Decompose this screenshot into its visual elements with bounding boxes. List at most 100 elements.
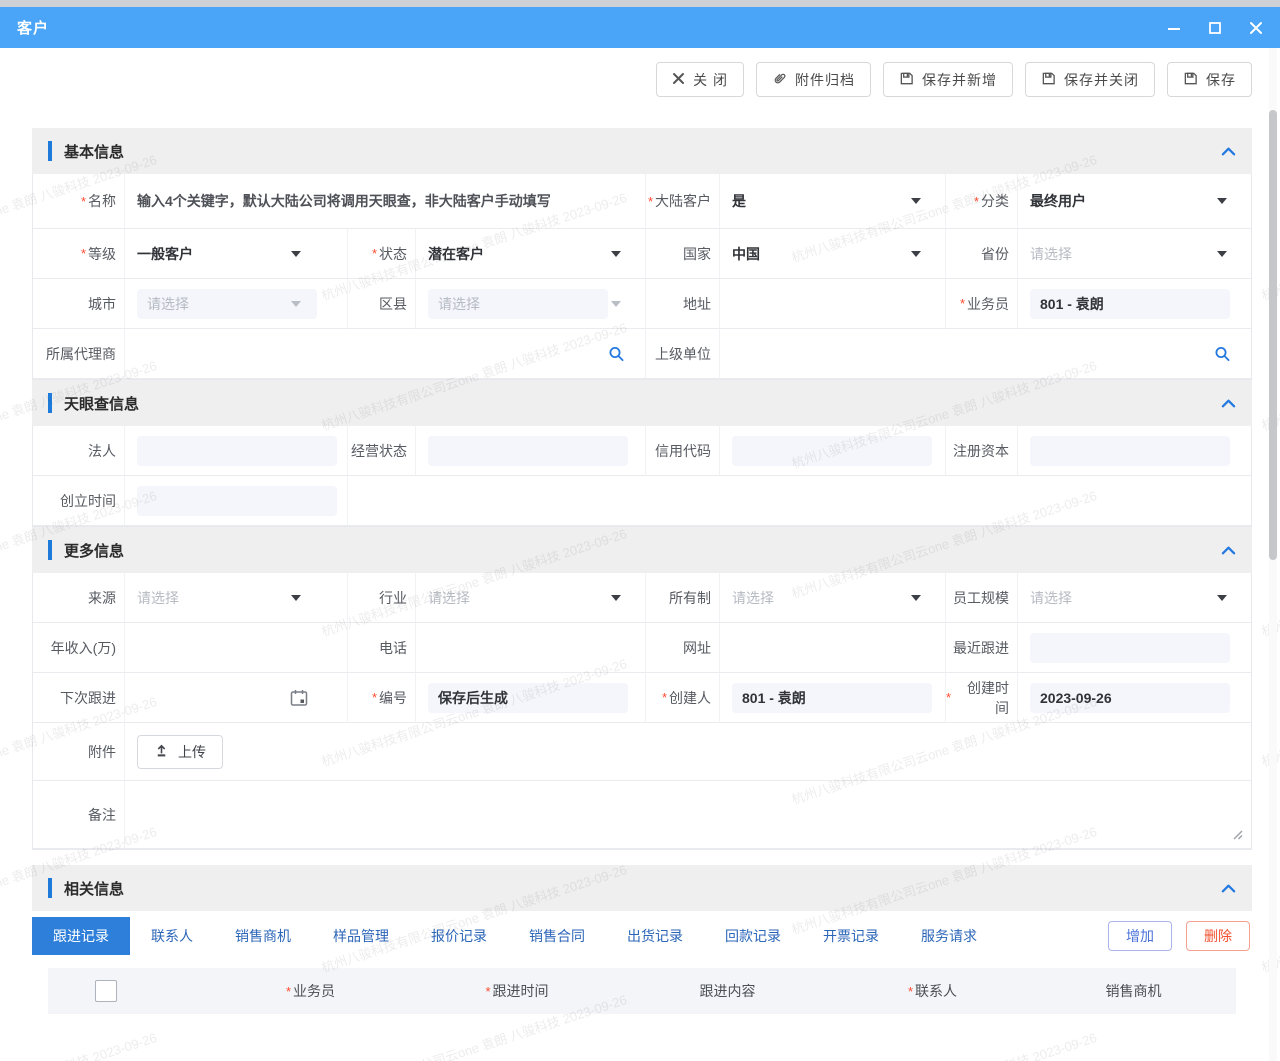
toolbar: 关 闭 附件归档 保存并新增 保存并关闭 保存 — [656, 62, 1252, 97]
attachment-archive-button[interactable]: 附件归档 — [756, 62, 871, 97]
employee-scale-select[interactable]: 请选择 — [1018, 573, 1251, 623]
delete-button[interactable]: 删除 — [1186, 921, 1250, 951]
industry-select[interactable]: 请选择 — [416, 573, 646, 623]
resize-grip-icon[interactable] — [1229, 826, 1243, 843]
section-more-info-header: 更多信息 — [32, 527, 1252, 573]
upload-icon — [154, 743, 169, 761]
tab-shipment-records[interactable]: 出货记录 — [606, 917, 704, 955]
required-marker: * — [485, 984, 490, 999]
save-and-new-button[interactable]: 保存并新增 — [883, 62, 1013, 97]
section-accent-bar — [48, 393, 52, 413]
dropdown-arrow-icon — [291, 301, 301, 307]
save-and-close-button[interactable]: 保存并关闭 — [1025, 62, 1155, 97]
required-marker: * — [81, 194, 86, 209]
close-icon — [672, 72, 685, 88]
annual-income-input[interactable] — [125, 623, 348, 673]
credit-code-input-disabled — [720, 426, 946, 476]
website-label: 网址 — [646, 623, 720, 673]
checkbox-header-cell — [48, 980, 208, 1002]
scrollbar-thumb[interactable] — [1269, 110, 1277, 560]
level-select[interactable]: 一般客户 — [125, 229, 348, 279]
salesperson-label: *业务员 — [946, 279, 1018, 329]
tab-sample-management[interactable]: 样品管理 — [312, 917, 410, 955]
tab-sales-contracts[interactable]: 销售合同 — [508, 917, 606, 955]
search-icon[interactable] — [608, 345, 625, 362]
required-marker: * — [372, 690, 377, 705]
window-controls — [1167, 21, 1263, 35]
tab-invoicing-records[interactable]: 开票记录 — [802, 917, 900, 955]
province-label: 省份 — [946, 229, 1018, 279]
address-input[interactable] — [720, 279, 946, 329]
tab-contacts[interactable]: 联系人 — [130, 917, 214, 955]
collapse-chevron-icon[interactable] — [1221, 397, 1236, 409]
registered-capital-label: 注册资本 — [946, 426, 1018, 476]
section-related-info-header: 相关信息 — [32, 865, 1252, 911]
save-icon — [1183, 71, 1198, 89]
scrollbar-track[interactable] — [1269, 48, 1277, 1061]
save-button[interactable]: 保存 — [1167, 62, 1252, 97]
agent-lookup-input[interactable] — [125, 329, 646, 379]
province-select[interactable]: 请选择 — [1018, 229, 1251, 279]
tab-sales-opportunities[interactable]: 销售商机 — [214, 917, 312, 955]
operating-status-label: 经营状态 — [348, 426, 416, 476]
section-related-info-title: 相关信息 — [64, 878, 124, 899]
created-time-label: *创建时间 — [946, 673, 1018, 723]
related-table-header: *业务员 *跟进时间 跟进内容 *联系人 销售商机 — [48, 968, 1236, 1014]
add-button[interactable]: 增加 — [1108, 921, 1172, 951]
section-accent-bar — [48, 141, 52, 161]
required-marker: * — [372, 246, 377, 261]
number-input-disabled: 保存后生成 — [416, 673, 646, 723]
dropdown-arrow-icon — [291, 251, 301, 257]
close-window-button[interactable] — [1249, 21, 1263, 35]
attachment-cell: 上传 — [125, 723, 1251, 781]
collapse-chevron-icon[interactable] — [1221, 544, 1236, 556]
dropdown-arrow-icon — [611, 251, 621, 257]
required-marker: * — [960, 296, 965, 311]
search-icon[interactable] — [1214, 345, 1231, 362]
mainland-customer-select[interactable]: 是 — [720, 174, 946, 229]
tab-follow-up-records[interactable]: 跟进记录 — [32, 917, 130, 955]
close-form-button[interactable]: 关 闭 — [656, 62, 744, 97]
tab-quotation-records[interactable]: 报价记录 — [410, 917, 508, 955]
level-label: *等级 — [33, 229, 125, 279]
dropdown-arrow-icon — [1217, 595, 1227, 601]
parent-unit-label: 上级单位 — [646, 329, 720, 379]
save-icon — [899, 71, 914, 89]
upload-button[interactable]: 上传 — [137, 735, 223, 769]
dropdown-arrow-icon — [291, 595, 301, 601]
recent-followup-label: 最近跟进 — [946, 623, 1018, 673]
column-salesperson: *业务员 — [208, 981, 413, 1001]
calendar-icon[interactable] — [289, 688, 309, 708]
collapse-chevron-icon[interactable] — [1221, 145, 1236, 157]
credit-code-label: 信用代码 — [646, 426, 720, 476]
category-select[interactable]: 最终用户 — [1018, 174, 1251, 229]
phone-input[interactable] — [416, 623, 646, 673]
remarks-textarea[interactable] — [125, 781, 1251, 849]
maximize-button[interactable] — [1208, 21, 1222, 35]
next-followup-date-input[interactable] — [125, 673, 348, 723]
collapse-chevron-icon[interactable] — [1221, 882, 1236, 894]
number-label: *编号 — [348, 673, 416, 723]
ownership-label: 所有制 — [646, 573, 720, 623]
section-accent-bar — [48, 878, 52, 898]
ownership-select[interactable]: 请选择 — [720, 573, 946, 623]
country-select[interactable]: 中国 — [720, 229, 946, 279]
status-select[interactable]: 潜在客户 — [416, 229, 646, 279]
website-input[interactable] — [720, 623, 946, 673]
source-select[interactable]: 请选择 — [125, 573, 348, 623]
parent-unit-lookup-input[interactable] — [720, 329, 1251, 379]
dropdown-arrow-icon — [611, 595, 621, 601]
recent-followup-input-disabled — [1018, 623, 1251, 673]
select-all-checkbox[interactable] — [95, 980, 117, 1002]
minimize-button[interactable] — [1167, 21, 1181, 35]
tab-service-requests[interactable]: 服务请求 — [900, 917, 998, 955]
tab-payment-records[interactable]: 回款记录 — [704, 917, 802, 955]
name-input[interactable]: 输入4个关键字，默认大陆公司将调用天眼查，非大陆客户手动填写 — [125, 174, 646, 229]
created-time-input-disabled: 2023-09-26 — [1018, 673, 1251, 723]
salesperson-input[interactable]: 801 - 袁朗 — [1018, 279, 1251, 329]
creator-label: *创建人 — [646, 673, 720, 723]
agent-label: 所属代理商 — [33, 329, 125, 379]
address-label: 地址 — [646, 279, 720, 329]
source-label: 来源 — [33, 573, 125, 623]
attachment-label: 附件 — [33, 723, 125, 781]
